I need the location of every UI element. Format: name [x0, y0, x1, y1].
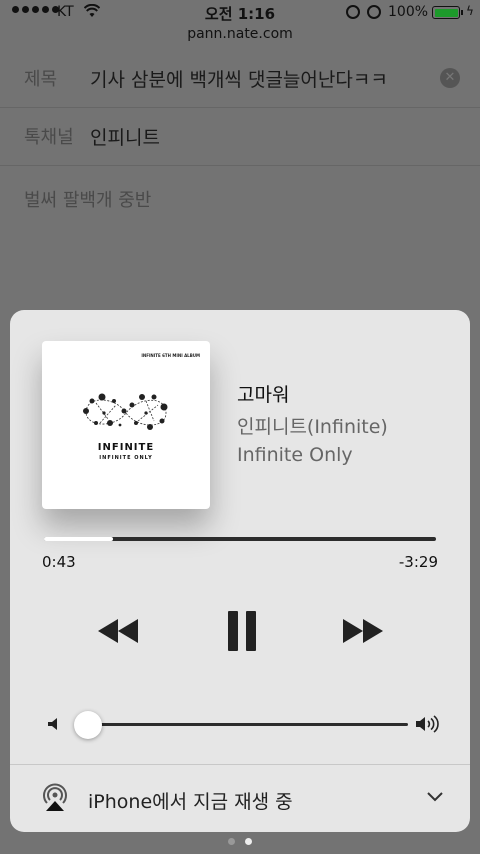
song-album: Infinite Only [237, 444, 353, 466]
volume-high-icon [416, 715, 439, 733]
album-logo-subtext: INFINITE ONLY [99, 455, 153, 461]
divider [10, 764, 470, 765]
playback-scrubber[interactable] [44, 537, 436, 541]
pause-button[interactable] [226, 610, 258, 652]
infinity-logo-icon [83, 393, 168, 430]
title-row[interactable]: 제목 기사 삼분에 백개씩 댓글늘어난다ㅋㅋ ✕ [0, 50, 480, 108]
rewind-button[interactable] [96, 616, 140, 646]
airplay-icon[interactable] [40, 782, 70, 812]
song-title: 고마워 [237, 384, 290, 406]
chevron-down-icon[interactable] [426, 790, 444, 804]
channel-label: 톡채널 [24, 127, 74, 148]
body-text[interactable]: 벌써 팔백개 중반 [24, 186, 151, 212]
album-artwork: INFINITE 6TH MINI ALBUM INFINITE INFINIT… [42, 341, 210, 509]
page-dot-active [245, 838, 252, 845]
time-remaining: -3:29 [398, 553, 438, 571]
battery-percent: 100% [388, 4, 429, 20]
alarm-icon [367, 5, 381, 19]
now-playing-card: INFINITE 6TH MINI ALBUM INFINITE INFINIT… [10, 310, 470, 832]
airplay-label[interactable]: iPhone에서 지금 재생 중 [88, 787, 293, 814]
volume-slider[interactable] [88, 723, 408, 726]
page-indicator [0, 838, 480, 845]
status-bar: KT 오전 1:16 100% ϟ [0, 0, 480, 26]
album-logo-text: INFINITE [97, 442, 155, 453]
volume-knob[interactable] [74, 711, 102, 739]
channel-row[interactable]: 톡채널 인피니트 [0, 108, 480, 166]
url-bar[interactable]: pann.nate.com [0, 26, 480, 46]
album-tag: INFINITE 6TH MINI ALBUM [141, 353, 200, 358]
title-label: 제목 [24, 69, 58, 90]
page-dot [228, 838, 235, 845]
rotation-lock-icon [346, 5, 360, 19]
fast-forward-button[interactable] [341, 616, 385, 646]
scrubber-elapsed [44, 537, 113, 541]
battery-icon [432, 6, 460, 19]
title-input[interactable]: 기사 삼분에 백개씩 댓글늘어난다ㅋㅋ [90, 65, 388, 92]
clear-icon[interactable]: ✕ [440, 68, 460, 88]
charging-icon: ϟ [466, 4, 474, 18]
volume-low-icon [48, 718, 57, 730]
song-artist: 인피니트(Infinite) [237, 416, 388, 438]
channel-value[interactable]: 인피니트 [90, 123, 160, 150]
time-elapsed: 0:43 [42, 553, 76, 571]
